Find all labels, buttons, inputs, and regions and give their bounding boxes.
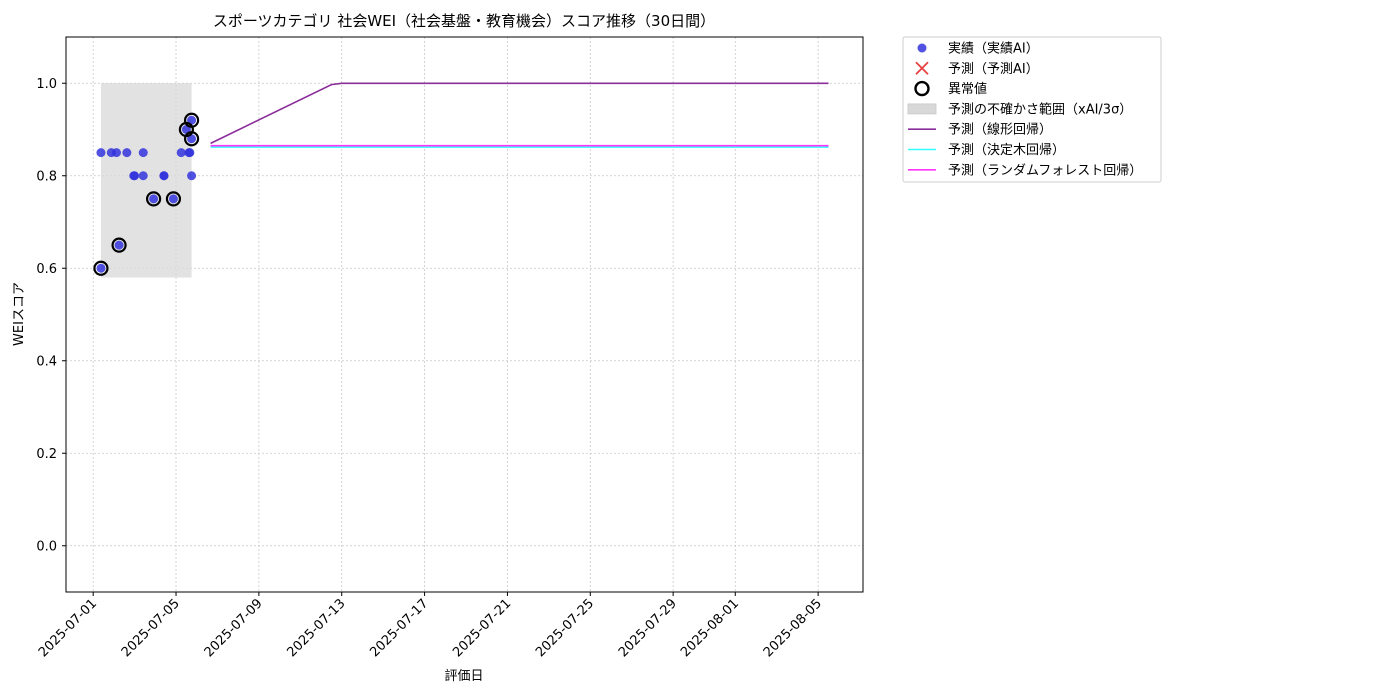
x-tick-label: 2025-07-13 [285,596,349,660]
actual-point [96,263,106,273]
legend-swatch-band [907,103,937,115]
x-axis-label: 評価日 [444,669,483,684]
legend-entry-label: 予測（予測AI） [948,62,1039,77]
x-tick-label: 2025-07-09 [202,596,266,660]
y-axis-label: WEIスコア [12,282,27,346]
y-tick-label: 1.0 [36,77,57,92]
legend-entry-label: 予測（線形回帰） [948,122,1052,138]
actual-point [187,171,197,181]
chart-canvas: スポーツカテゴリ 社会WEI（社会基盤・教育機会）スコア推移（30日間） 0.0… [12,12,1162,684]
actual-point [96,148,106,158]
actual-point [138,171,148,181]
legend-entry-label: 予測の不確かさ範囲（xAI/3σ） [948,101,1132,117]
legend-entry-label: 予測（ランダムフォレスト回帰） [948,162,1142,178]
actual-point [138,148,148,158]
y-tick-label: 0.8 [36,169,57,184]
x-tick-label: 2025-07-21 [450,596,514,660]
actual-point [111,148,121,158]
actual-point [122,148,132,158]
series-line-linear [210,82,829,145]
actual-point [185,148,195,158]
x-tick-label: 2025-08-01 [678,596,742,660]
x-tick-label: 2025-08-05 [761,596,825,660]
y-tick-label: 0.2 [36,447,57,462]
y-tick-label: 0.4 [36,354,57,369]
chart-title: スポーツカテゴリ 社会WEI（社会基盤・教育機会）スコア推移（30日間） [213,12,715,30]
legend-swatch-actual [917,43,927,53]
legend: 実績（実績AI） 予測（予測AI） 異常値予測の不確かさ範囲（xAI/3σ） 予測（線… [902,36,1162,183]
legend-entry-label: 異常値 [948,81,987,97]
actual-point [176,148,186,158]
plot-area: 0.0 0.2 0.4 0.6 0.8 1.0 2025-07-01 2025-07-05 20… [36,37,863,660]
legend-entry-label: 実績（実績AI） [948,41,1039,57]
x-tick-label: 2025-07-05 [119,596,183,660]
legend-entry-label: 予測（決定木回帰） [948,142,1065,158]
actual-point [114,240,124,250]
x-tick-label: 2025-07-01 [36,596,100,660]
y-tick-label: 0.6 [36,262,57,277]
actual-point [149,194,159,204]
actual-point [130,171,140,181]
y-tick-label: 0.0 [36,539,57,554]
x-tick-label: 2025-07-25 [533,596,597,660]
actual-point [159,171,169,181]
actual-point [168,194,178,204]
x-tick-label: 2025-07-17 [367,596,431,660]
x-tick-label: 2025-07-29 [616,596,680,660]
